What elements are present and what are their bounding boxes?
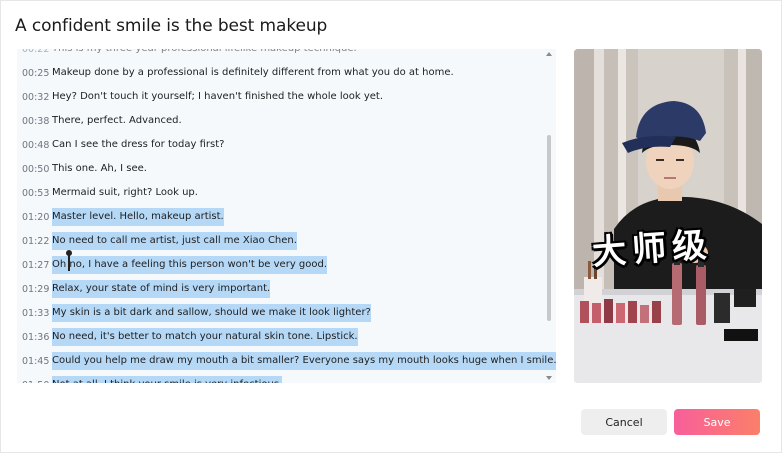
timestamp: 01:45 (22, 355, 50, 367)
timestamp: 00:22 (22, 49, 50, 55)
scroll-down-arrow-icon[interactable] (546, 376, 552, 380)
transcript-panel[interactable]: 00:22This is my three-year professional … (17, 49, 556, 383)
transcript-text[interactable]: Could you help me draw my mouth a bit sm… (52, 352, 556, 370)
timestamp: 00:25 (22, 67, 50, 79)
timestamp: 01:20 (22, 211, 50, 223)
timestamp: 01:27 (22, 259, 50, 271)
transcript-row[interactable]: 01:45 Could you help me draw my mouth a b… (17, 349, 556, 373)
timestamp: 01:33 (22, 307, 50, 319)
transcript-row[interactable]: 00:48 Can I see the dress for today first… (17, 133, 556, 157)
transcript-text[interactable]: This is my three-year professional lifel… (52, 49, 357, 58)
transcript-row[interactable]: 00:53 Mermaid suit, right? Look up. (17, 181, 556, 205)
timestamp: 01:22 (22, 235, 50, 247)
transcript-row[interactable]: 01:50Not at all, I think your smile is v… (17, 373, 556, 383)
timestamp: 01:36 (22, 331, 50, 343)
transcript-text[interactable]: My skin is a bit dark and sallow, should… (52, 304, 371, 322)
transcript-list: 00:22This is my three-year professional … (17, 49, 556, 383)
transcript-row[interactable]: 01:22 No need to call me artist, just cal… (17, 229, 556, 253)
transcript-row[interactable]: 01:20 Master level. Hello, makeup artist. (17, 205, 556, 229)
transcript-text[interactable]: No need to call me artist, just call me … (52, 232, 297, 250)
transcript-scrollbar[interactable] (544, 49, 554, 383)
transcript-text[interactable]: Oh no, I have a feeling this person won'… (52, 256, 328, 274)
transcript-text[interactable]: There, perfect. Advanced. (52, 112, 182, 130)
transcript-row[interactable]: 01:29 Relax, your state of mind is very i… (17, 277, 556, 301)
transcript-text[interactable]: This one. Ah, I see. (52, 160, 147, 178)
transcript-row[interactable]: 00:50 This one. Ah, I see. (17, 157, 556, 181)
transcript-row[interactable]: 00:22This is my three-year professional … (17, 49, 556, 61)
transcript-text[interactable]: Hey? Don't touch it yourself; I haven't … (52, 88, 383, 106)
transcript-text[interactable]: Master level. Hello, makeup artist. (52, 208, 224, 226)
cancel-button[interactable]: Cancel (581, 409, 667, 435)
scroll-up-arrow-icon[interactable] (546, 52, 552, 56)
text-caret[interactable] (66, 250, 72, 271)
transcript-text[interactable]: Not at all, I think your smile is very i… (52, 376, 283, 383)
transcript-row[interactable]: 00:25 Makeup done by a professional is de… (17, 61, 556, 85)
transcript-text[interactable]: Makeup done by a professional is definit… (52, 64, 454, 82)
transcript-row[interactable]: 01:27 Oh no, I have a feeling this person… (17, 253, 556, 277)
scroll-thumb[interactable] (547, 135, 551, 321)
dialog-title: A confident smile is the best makeup (15, 16, 328, 36)
timestamp: 01:29 (22, 283, 50, 295)
transcript-row[interactable]: 00:38 There, perfect. Advanced. (17, 109, 556, 133)
transcript-text[interactable]: Mermaid suit, right? Look up. (52, 184, 198, 202)
timestamp: 00:50 (22, 163, 50, 175)
transcript-row[interactable]: 01:36 No need, it's better to match your … (17, 325, 556, 349)
video-preview: 大师级 (574, 49, 762, 383)
transcript-row[interactable]: 00:32 Hey? Don't touch it yourself; I hav… (17, 85, 556, 109)
edit-transcript-dialog: A confident smile is the best makeup 00:… (0, 0, 782, 453)
video-overlay-caption: 大师级 (590, 224, 714, 274)
transcript-row[interactable]: 01:33 My skin is a bit dark and sallow, s… (17, 301, 556, 325)
transcript-text[interactable]: Can I see the dress for today first? (52, 136, 224, 154)
transcript-text[interactable]: Relax, your state of mind is very import… (52, 280, 271, 298)
video-frame-image (574, 49, 762, 383)
transcript-text[interactable]: No need, it's better to match your natur… (52, 328, 358, 346)
timestamp: 00:32 (22, 91, 50, 103)
timestamp: 00:38 (22, 115, 50, 127)
timestamp: 00:53 (22, 187, 50, 199)
timestamp: 01:50 (17, 380, 52, 384)
timestamp: 00:48 (22, 139, 50, 151)
save-button[interactable]: Save (674, 409, 760, 435)
